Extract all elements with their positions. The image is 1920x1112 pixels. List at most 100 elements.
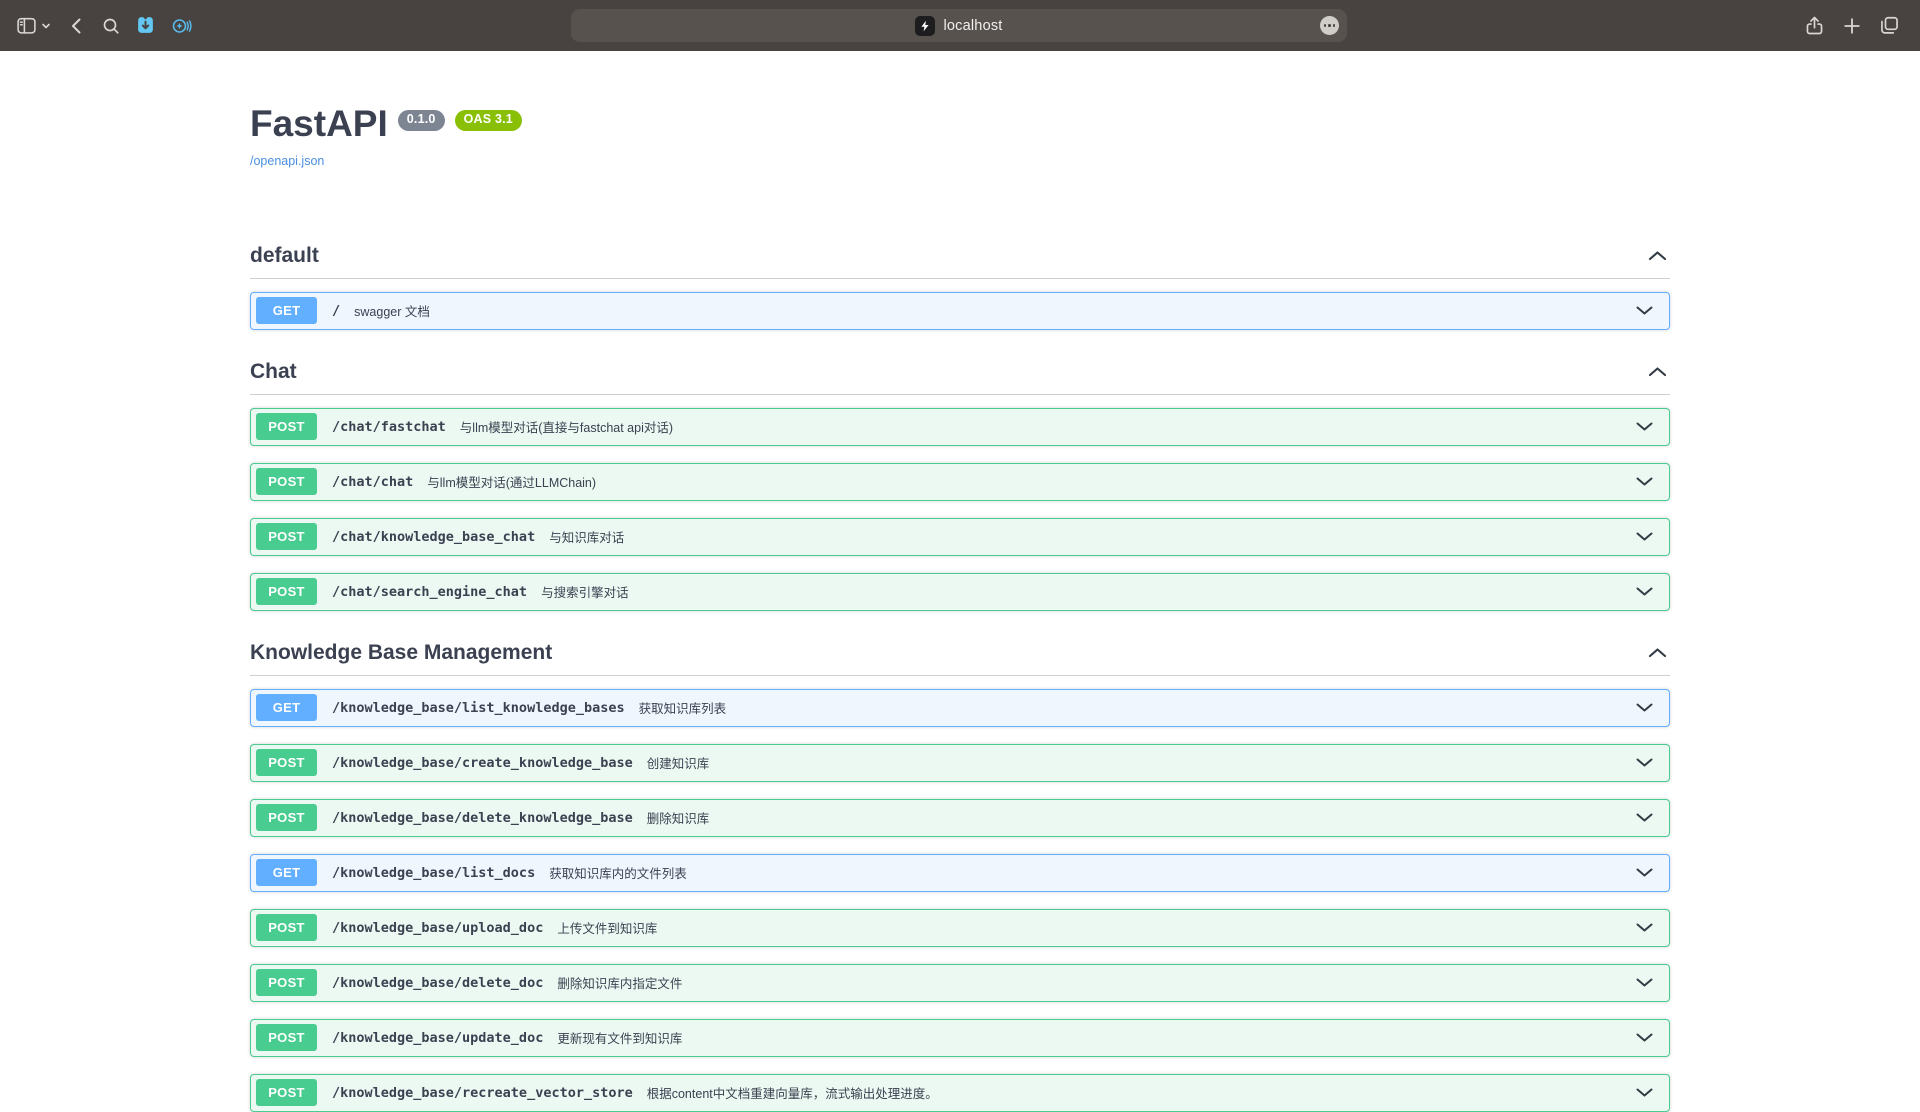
endpoint-description: 删除知识库: [647, 808, 710, 827]
method-badge: POST: [256, 969, 317, 996]
openapi-spec-link[interactable]: /openapi.json: [250, 154, 324, 168]
endpoint-path: /knowledge_base/list_knowledge_bases: [332, 700, 625, 716]
section-title: default: [250, 244, 319, 268]
endpoint-description: 获取知识库列表: [639, 698, 727, 717]
page-title: FastAPI: [250, 104, 388, 145]
expand-row-chevron-down-icon[interactable]: [1636, 813, 1653, 822]
collapse-section-chevron-up-icon[interactable]: [1648, 251, 1667, 261]
collapse-section-chevron-up-icon[interactable]: [1648, 367, 1667, 377]
endpoint-row[interactable]: POST /chat/search_engine_chat 与搜索引擎对话: [250, 573, 1670, 611]
search-icon[interactable]: [101, 16, 121, 36]
method-badge: POST: [256, 468, 317, 495]
expand-row-chevron-down-icon[interactable]: [1636, 1033, 1653, 1042]
endpoint-path: /knowledge_base/update_doc: [332, 1030, 543, 1046]
method-badge: POST: [256, 1024, 317, 1051]
method-badge: POST: [256, 1079, 317, 1106]
section-title: Chat: [250, 360, 297, 384]
endpoint-description: 与llm模型对话(通过LLMChain): [427, 472, 596, 491]
endpoint-description: 与知识库对话: [549, 527, 624, 546]
method-badge: POST: [256, 749, 317, 776]
endpoint-description: 获取知识库内的文件列表: [549, 863, 687, 882]
version-badge: 0.1.0: [398, 110, 445, 131]
endpoint-row[interactable]: GET /knowledge_base/list_knowledge_bases…: [250, 689, 1670, 727]
endpoint-description: 与llm模型对话(直接与fastchat api对话): [460, 417, 673, 436]
bookmark-download-extension-icon[interactable]: [135, 15, 156, 36]
endpoint-row[interactable]: POST /knowledge_base/upload_doc 上传文件到知识库: [250, 909, 1670, 947]
endpoint-path: /knowledge_base/create_knowledge_base: [332, 755, 633, 771]
tag-section-header[interactable]: default: [250, 231, 1670, 279]
endpoint-path: /: [332, 303, 340, 319]
expand-row-chevron-down-icon[interactable]: [1636, 868, 1653, 877]
address-bar[interactable]: localhost: [571, 9, 1347, 42]
tag-section: Chat POST /chat/fastchat 与llm模型对话(直接与fas…: [250, 347, 1670, 611]
toolbar-left-group: [0, 15, 206, 37]
endpoint-row[interactable]: POST /knowledge_base/update_doc 更新现有文件到知…: [250, 1019, 1670, 1057]
endpoint-description: swagger 文档: [354, 301, 430, 320]
method-badge: GET: [256, 297, 317, 324]
method-badge: GET: [256, 694, 317, 721]
endpoint-path: /chat/knowledge_base_chat: [332, 529, 535, 545]
tag-section-header[interactable]: Chat: [250, 347, 1670, 395]
endpoint-path: /chat/chat: [332, 474, 413, 490]
endpoint-path: /knowledge_base/recreate_vector_store: [332, 1085, 633, 1101]
expand-row-chevron-down-icon[interactable]: [1636, 532, 1653, 541]
endpoint-path: /chat/fastchat: [332, 419, 446, 435]
browser-toolbar: localhost: [0, 0, 1920, 51]
method-badge: POST: [256, 804, 317, 831]
endpoint-description: 与搜索引擎对话: [541, 582, 629, 601]
endpoint-path: /knowledge_base/list_docs: [332, 865, 535, 881]
expand-row-chevron-down-icon[interactable]: [1636, 477, 1653, 486]
expand-row-chevron-down-icon[interactable]: [1636, 306, 1653, 315]
site-favicon-lightning-icon: [915, 16, 935, 36]
method-badge: POST: [256, 413, 317, 440]
section-body: GET /knowledge_base/list_knowledge_bases…: [250, 676, 1670, 1112]
endpoint-description: 上传文件到知识库: [557, 918, 657, 937]
endpoint-row[interactable]: POST /knowledge_base/recreate_vector_sto…: [250, 1074, 1670, 1112]
expand-row-chevron-down-icon[interactable]: [1636, 978, 1653, 987]
endpoint-row[interactable]: POST /chat/chat 与llm模型对话(通过LLMChain): [250, 463, 1670, 501]
share-icon[interactable]: [1804, 15, 1825, 36]
expand-row-chevron-down-icon[interactable]: [1636, 703, 1653, 712]
page-menu-ellipsis-icon[interactable]: [1320, 16, 1339, 35]
new-tab-plus-icon[interactable]: [1842, 16, 1862, 36]
method-badge: POST: [256, 578, 317, 605]
api-title-row: FastAPI 0.1.0 OAS 3.1: [250, 104, 1670, 145]
endpoint-row[interactable]: POST /knowledge_base/create_knowledge_ba…: [250, 744, 1670, 782]
sidebar-toggle-icon[interactable]: [16, 15, 37, 36]
sections-container: default GET / swagger 文档 Chat: [250, 231, 1670, 1112]
endpoint-path: /knowledge_base/delete_doc: [332, 975, 543, 991]
toolbar-right-group: [1804, 0, 1920, 51]
method-badge: POST: [256, 523, 317, 550]
expand-row-chevron-down-icon[interactable]: [1636, 422, 1653, 431]
endpoint-description: 删除知识库内指定文件: [557, 973, 682, 992]
endpoint-row[interactable]: GET /knowledge_base/list_docs 获取知识库内的文件列…: [250, 854, 1670, 892]
endpoint-row[interactable]: GET / swagger 文档: [250, 292, 1670, 330]
endpoint-row[interactable]: POST /chat/fastchat 与llm模型对话(直接与fastchat…: [250, 408, 1670, 446]
endpoint-path: /knowledge_base/delete_knowledge_base: [332, 810, 633, 826]
expand-row-chevron-down-icon[interactable]: [1636, 1088, 1653, 1097]
radar-star-extension-icon[interactable]: [170, 15, 192, 37]
method-badge: GET: [256, 859, 317, 886]
back-icon[interactable]: [67, 16, 87, 36]
url-text: localhost: [943, 18, 1002, 34]
endpoint-description: 创建知识库: [647, 753, 710, 772]
oas-badge: OAS 3.1: [455, 110, 522, 131]
sidebar-dropdown-chevron-icon[interactable]: [41, 21, 51, 31]
expand-row-chevron-down-icon[interactable]: [1636, 587, 1653, 596]
endpoint-path: /chat/search_engine_chat: [332, 584, 527, 600]
tag-section-header[interactable]: Knowledge Base Management: [250, 628, 1670, 676]
expand-row-chevron-down-icon[interactable]: [1636, 923, 1653, 932]
collapse-section-chevron-up-icon[interactable]: [1648, 648, 1667, 658]
expand-row-chevron-down-icon[interactable]: [1636, 758, 1653, 767]
section-body: POST /chat/fastchat 与llm模型对话(直接与fastchat…: [250, 395, 1670, 611]
section-body: GET / swagger 文档: [250, 279, 1670, 330]
endpoint-path: /knowledge_base/upload_doc: [332, 920, 543, 936]
endpoint-description: 更新现有文件到知识库: [557, 1028, 682, 1047]
swagger-page: FastAPI 0.1.0 OAS 3.1 /openapi.json defa…: [0, 104, 1920, 1112]
endpoint-row[interactable]: POST /knowledge_base/delete_doc 删除知识库内指定…: [250, 964, 1670, 1002]
endpoint-row[interactable]: POST /chat/knowledge_base_chat 与知识库对话: [250, 518, 1670, 556]
tag-section: Knowledge Base Management GET /knowledge…: [250, 628, 1670, 1112]
tag-section: default GET / swagger 文档: [250, 231, 1670, 330]
endpoint-row[interactable]: POST /knowledge_base/delete_knowledge_ba…: [250, 799, 1670, 837]
tab-overview-icon[interactable]: [1879, 15, 1900, 36]
